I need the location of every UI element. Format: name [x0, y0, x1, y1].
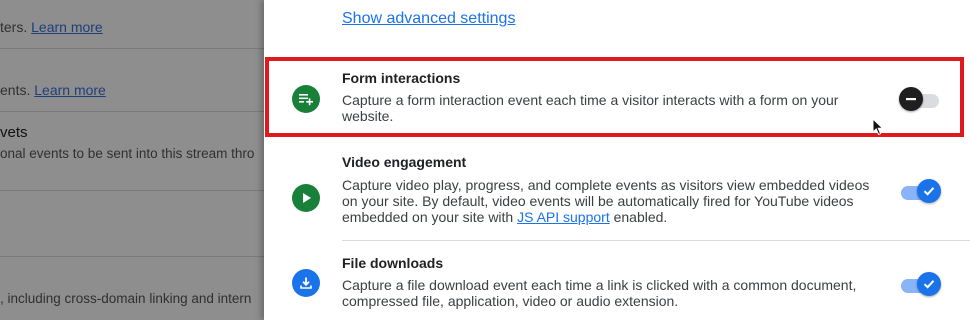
background-learn-more-link: Learn more: [34, 82, 106, 98]
mouse-cursor-icon: [872, 117, 884, 141]
form-interactions-toggle[interactable]: [899, 87, 941, 111]
background-divider: [0, 190, 264, 191]
setting-form-interactions: Form interactions Capture a form interac…: [264, 60, 970, 136]
js-api-support-link[interactable]: JS API support: [517, 209, 610, 225]
background-text: ents.: [0, 82, 31, 98]
background-learn-more-link: Learn more: [31, 19, 103, 35]
toggle-thumb: [899, 87, 923, 111]
background-text: ters.: [0, 19, 28, 35]
setting-description: Capture video play, progress, and comple…: [342, 177, 882, 225]
setting-video-engagement: Video engagement Capture video play, pro…: [264, 145, 970, 237]
setting-description: Capture a file download event each time …: [342, 277, 857, 309]
show-advanced-settings-link[interactable]: Show advanced settings: [342, 10, 515, 28]
background-page-overlay: ters. Learn more ents. Learn more vets o…: [0, 0, 264, 320]
background-divider: [0, 48, 264, 49]
toggle-thumb: [917, 272, 941, 296]
background-divider: [0, 111, 264, 112]
check-icon: [923, 187, 935, 196]
form-add-icon: [292, 85, 320, 113]
setting-file-downloads: File downloads Capture a file download e…: [264, 247, 970, 320]
check-icon: [923, 280, 935, 289]
video-engagement-toggle[interactable]: [899, 179, 941, 203]
setting-title: Form interactions: [342, 70, 461, 86]
setting-title: File downloads: [342, 255, 444, 271]
background-divider: [0, 256, 264, 257]
play-icon: [292, 184, 320, 212]
setting-description: Capture a form interaction event each ti…: [342, 92, 839, 124]
setting-title: Video engagement: [342, 154, 467, 170]
setting-description-text: enabled.: [609, 209, 668, 225]
background-text-line: ents. Learn more: [0, 82, 106, 98]
background-text: onal events to be sent into this stream …: [0, 146, 255, 161]
enhanced-measurement-panel: Show advanced settings Form interactions…: [264, 0, 970, 320]
toggle-thumb: [917, 179, 941, 203]
file-downloads-toggle[interactable]: [899, 272, 941, 296]
download-icon: [292, 269, 320, 297]
background-text-line: ters. Learn more: [0, 19, 103, 35]
background-heading: vets: [0, 124, 28, 141]
minus-icon: [906, 98, 916, 101]
background-text: , including cross-domain linking and int…: [0, 291, 252, 306]
setting-divider: [342, 240, 970, 241]
